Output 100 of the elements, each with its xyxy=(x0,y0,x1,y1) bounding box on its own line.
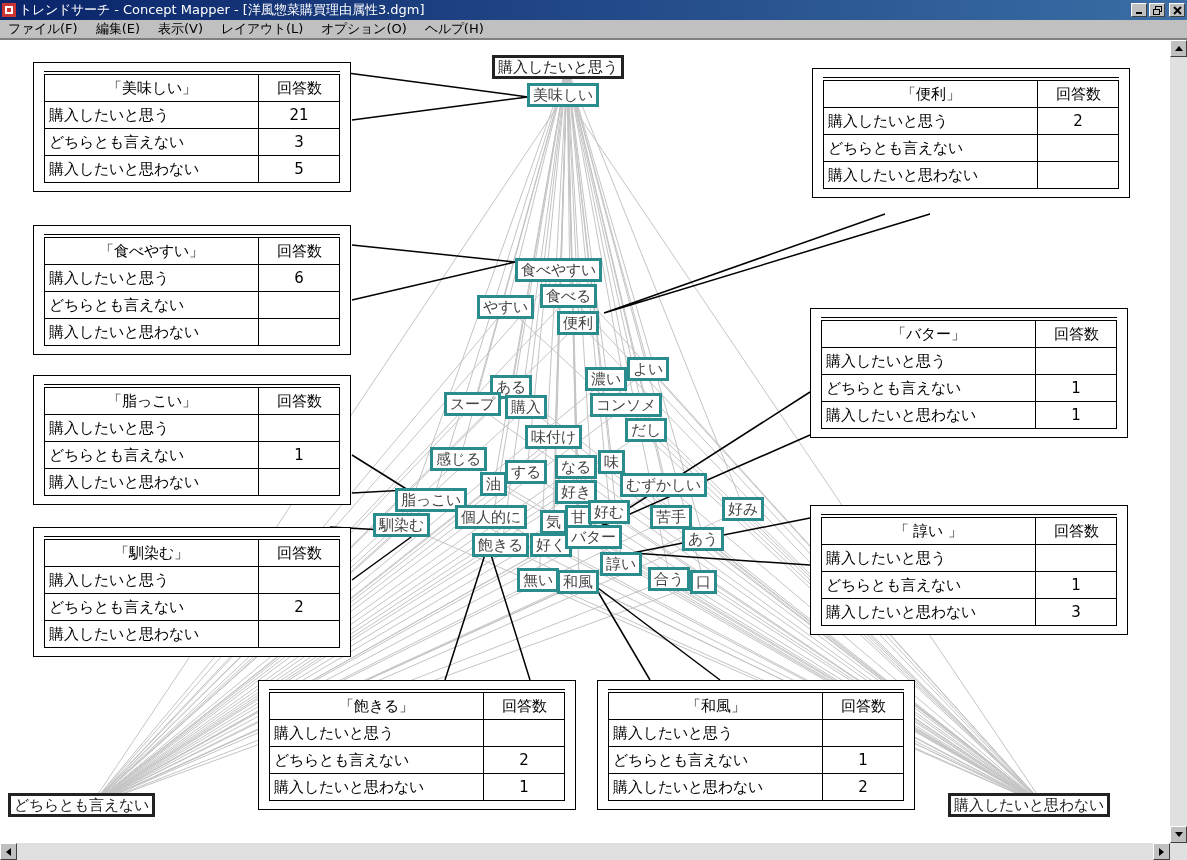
table-cell: どちらとも言えない xyxy=(44,128,259,156)
concept-node[interactable]: よい xyxy=(627,357,669,381)
table-cell: 「美味しい」 xyxy=(44,73,259,102)
concept-node[interactable]: 馴染む xyxy=(373,513,430,537)
table-cell: 購入したいと思わない xyxy=(44,620,259,648)
concept-node[interactable]: だし xyxy=(625,418,667,442)
table-cell: 1 xyxy=(1035,374,1117,402)
concept-node[interactable]: 口 xyxy=(690,570,717,594)
table-cell: 購入したいと思わない xyxy=(821,401,1036,429)
concept-node[interactable]: 食べる xyxy=(540,284,597,308)
table-cell: 回答数 xyxy=(1035,516,1117,545)
table-cell: 1 xyxy=(483,773,565,801)
table-cell: 回答数 xyxy=(258,386,340,415)
table-cell: 購入したいと思わない xyxy=(269,773,484,801)
menu-item[interactable]: ファイル(F) xyxy=(8,20,78,38)
concept-node[interactable]: 油 xyxy=(480,472,507,496)
table-cell: 1 xyxy=(1035,401,1117,429)
table-cell: 5 xyxy=(258,155,340,183)
table-cell: どちらとも言えない xyxy=(44,291,259,319)
concept-node[interactable]: 好み xyxy=(722,497,764,521)
concept-node[interactable]: 購入 xyxy=(505,395,547,419)
concept-node[interactable]: 無い xyxy=(517,568,559,592)
close-button[interactable] xyxy=(1169,3,1185,17)
scroll-right-icon[interactable] xyxy=(1159,847,1164,856)
minimize-button[interactable] xyxy=(1131,3,1147,17)
table-cell: 3 xyxy=(1035,598,1117,626)
scroll-down-icon[interactable] xyxy=(1174,832,1183,837)
table-cell: 「脂っこい」 xyxy=(44,386,259,415)
table-cell: 「 諄い 」 xyxy=(821,516,1036,545)
scroll-left-icon[interactable] xyxy=(6,847,11,856)
table-cell: 購入したいと思う xyxy=(823,107,1038,135)
table-cell: どちらとも言えない xyxy=(269,746,484,774)
table-cell: どちらとも言えない xyxy=(821,571,1036,599)
concept-node[interactable]: どちらとも言えない xyxy=(8,793,155,817)
table-cell: 購入したいと思う xyxy=(821,347,1036,375)
table-cell: 購入したいと思わない xyxy=(608,773,823,801)
concept-node[interactable]: 食べやすい xyxy=(515,258,602,282)
menu-item[interactable]: レイアウト(L) xyxy=(221,20,304,38)
table-cell: 回答数 xyxy=(1035,319,1117,348)
table-cell: どちらとも言えない xyxy=(44,441,259,469)
concept-node[interactable]: 合う xyxy=(648,567,690,591)
table-cell: 購入したいと思わない xyxy=(821,598,1036,626)
scroll-up-icon[interactable] xyxy=(1174,46,1183,51)
menu-item[interactable]: 編集(E) xyxy=(95,20,140,38)
concept-node[interactable]: 苦手 xyxy=(650,505,692,529)
concept-node[interactable]: むずかしい xyxy=(620,473,707,497)
table-cell: 6 xyxy=(258,264,340,292)
concept-node[interactable]: 飽きる xyxy=(472,533,529,557)
table-cell: 2 xyxy=(483,746,565,774)
table-cell: どちらとも言えない xyxy=(823,134,1038,162)
restore-icon xyxy=(1152,5,1162,15)
table-cell: 購入したいと思わない xyxy=(44,468,259,496)
concept-node[interactable]: 便利 xyxy=(557,311,599,335)
concept-node[interactable]: 諄い xyxy=(600,552,642,576)
table-cell: 回答数 xyxy=(258,236,340,265)
concept-node[interactable]: 和風 xyxy=(557,570,599,594)
table-cell: 「便利」 xyxy=(823,79,1038,108)
table-cell: 回答数 xyxy=(258,538,340,567)
concept-node[interactable]: 購入したいと思う xyxy=(492,55,624,79)
menu-item[interactable]: ヘルプ(H) xyxy=(424,20,484,38)
table-cell: 2 xyxy=(1037,107,1119,135)
concept-node[interactable]: スープ xyxy=(444,392,501,416)
restore-button[interactable] xyxy=(1149,3,1165,17)
menu-item[interactable]: オプション(O) xyxy=(321,20,407,38)
concept-node[interactable]: 感じる xyxy=(430,447,487,471)
concept-node[interactable]: 購入したいと思わない xyxy=(948,793,1110,817)
table-cell: 21 xyxy=(258,101,340,129)
concept-node[interactable]: 好く xyxy=(530,533,572,557)
vertical-scrollbar[interactable] xyxy=(1170,40,1187,843)
concept-node[interactable]: やすい xyxy=(477,295,534,319)
close-icon xyxy=(1172,5,1182,15)
table-cell: 購入したいと思う xyxy=(44,566,259,594)
concept-node[interactable]: 濃い xyxy=(585,367,627,391)
horizontal-scrollbar[interactable] xyxy=(0,843,1187,860)
table-cell: 1 xyxy=(822,746,904,774)
table-cell: 2 xyxy=(822,773,904,801)
concept-node[interactable]: 気 xyxy=(540,510,567,534)
concept-node[interactable]: する xyxy=(505,460,547,484)
concept-node[interactable]: コンソメ xyxy=(590,393,662,417)
concept-node[interactable]: 味 xyxy=(598,450,625,474)
table-cell: 回答数 xyxy=(483,691,565,720)
table-cell: 購入したいと思う xyxy=(44,414,259,442)
concept-node[interactable]: 美味しい xyxy=(527,83,599,107)
table-cell: 購入したいと思わない xyxy=(44,155,259,183)
concept-node[interactable]: 好む xyxy=(588,500,630,524)
table-cell: 「バター」 xyxy=(821,319,1036,348)
table-cell: 「和風」 xyxy=(608,691,823,720)
concept-node[interactable]: 味付け xyxy=(525,425,582,449)
table-cell: どちらとも言えない xyxy=(821,374,1036,402)
menu-item[interactable]: 表示(V) xyxy=(158,20,204,38)
concept-node[interactable]: バター xyxy=(565,525,622,549)
table-cell: 「馴染む」 xyxy=(44,538,259,567)
table-cell: 購入したいと思う xyxy=(44,101,259,129)
table-cell: 購入したいと思う xyxy=(44,264,259,292)
table-cell: どちらとも言えない xyxy=(608,746,823,774)
concept-node[interactable]: 個人的に xyxy=(455,505,527,529)
concept-node[interactable]: あう xyxy=(682,527,724,551)
table-cell: どちらとも言えない xyxy=(44,593,259,621)
concept-node[interactable]: なる xyxy=(555,455,597,479)
concept-node[interactable]: 好き xyxy=(555,480,597,504)
